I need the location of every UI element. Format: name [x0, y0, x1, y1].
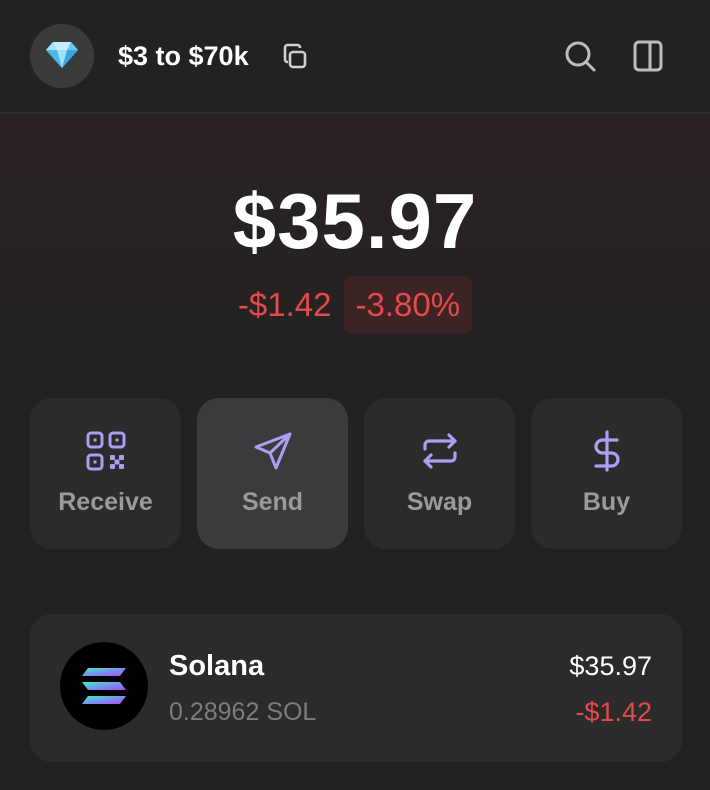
copy-icon	[280, 43, 310, 76]
buy-button[interactable]: Buy	[531, 398, 682, 549]
token-amount: 0.28962 SOL	[169, 698, 317, 726]
total-balance: $35.97	[232, 177, 478, 265]
token-row-solana[interactable]: Solana 0.28962 SOL $35.97 -$1.42	[30, 614, 682, 762]
balance-change-percent: -3.80%	[343, 276, 473, 334]
swap-button[interactable]: Swap	[364, 398, 515, 549]
side-panel-icon	[630, 40, 666, 78]
balance-change: -$1.42 -3.80%	[0, 276, 710, 334]
account-avatar[interactable]	[30, 24, 94, 88]
search-icon	[562, 41, 598, 78]
token-name: Solana	[169, 650, 265, 682]
account-name[interactable]: $3 to $70k	[118, 38, 249, 74]
send-label: Send	[241, 488, 304, 516]
send-button[interactable]: Send	[197, 398, 348, 549]
receive-button[interactable]: Receive	[30, 398, 181, 549]
qr-code-icon	[85, 430, 127, 472]
token-change: -$1.42	[575, 697, 652, 727]
copy-address-button[interactable]	[280, 42, 310, 72]
solana-logo-icon	[60, 642, 148, 730]
balance-change-value: -$1.42	[237, 286, 332, 323]
search-button[interactable]	[562, 38, 598, 74]
token-value: $35.97	[569, 651, 652, 681]
send-icon	[252, 430, 294, 472]
header: $3 to $70k	[0, 0, 710, 114]
receive-label: Receive	[58, 488, 153, 516]
side-panel-button[interactable]	[630, 38, 666, 74]
wallet-app: $3 to $70k $35.97 -$1.42 -3.80% Receive …	[0, 0, 710, 790]
dollar-icon	[586, 430, 628, 472]
buy-label: Buy	[582, 488, 631, 516]
diamond-icon	[44, 36, 80, 77]
swap-icon	[419, 430, 461, 472]
swap-label: Swap	[406, 488, 473, 516]
